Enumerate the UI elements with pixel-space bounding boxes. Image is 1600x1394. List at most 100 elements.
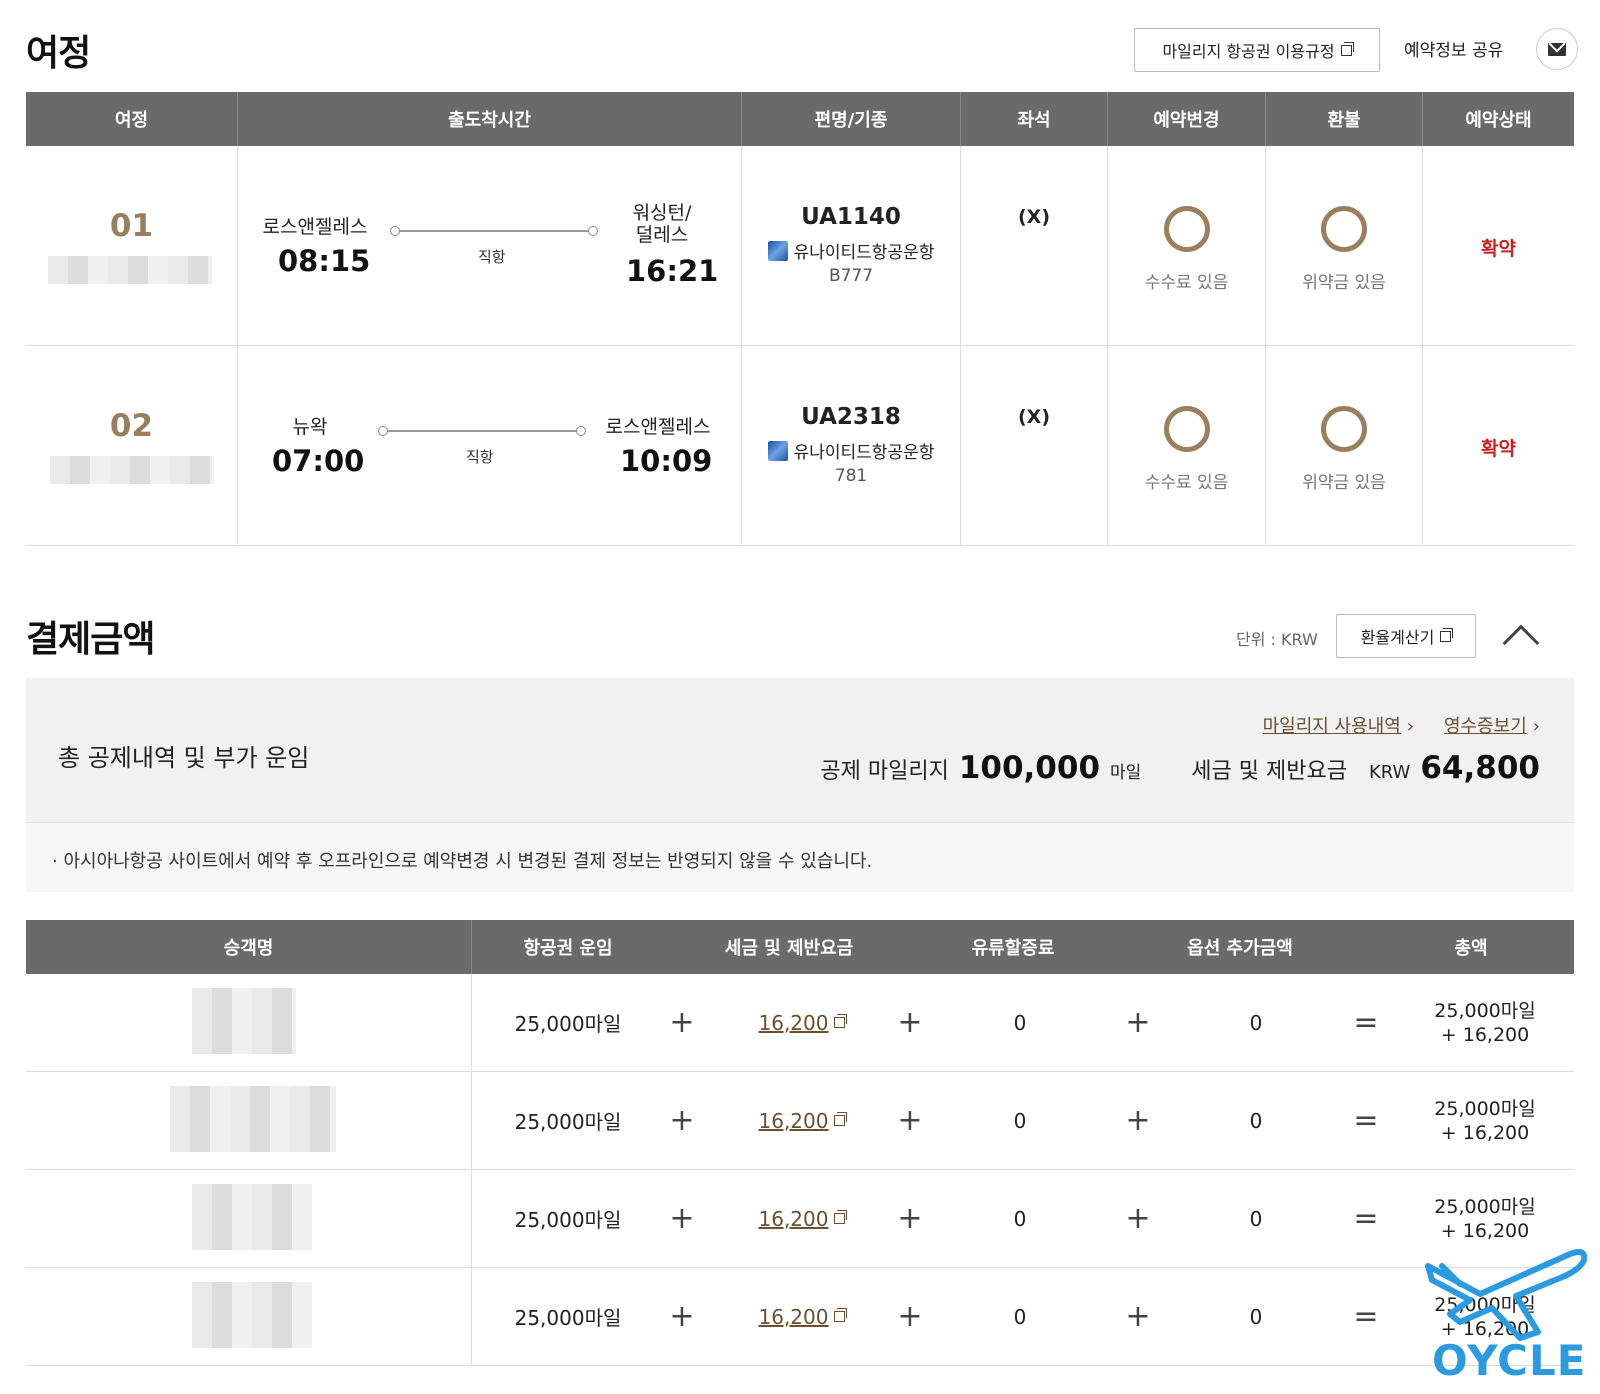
- payment-row: 25,000마일 + 16,200 + 0 + 0 = 25,000마일 + 1…: [26, 1072, 1574, 1170]
- segment-cell: 01: [26, 146, 238, 345]
- segment-date-redacted: [48, 256, 212, 284]
- airline-name: 유나이티드항공운항: [742, 238, 960, 263]
- external-link-icon: [834, 1210, 848, 1224]
- fuel-value: 0: [1013, 1206, 1027, 1231]
- deducted-mileage-value: 100,000: [958, 750, 1101, 786]
- circle-available-icon: [1163, 206, 1210, 252]
- total-tax: + 16,200: [1440, 1121, 1530, 1144]
- summary-label: 총 공제내역 및 부가 운임: [58, 744, 310, 772]
- col-segment: 여정: [26, 92, 238, 146]
- plus-operator: +: [669, 1103, 695, 1138]
- passenger-name-redacted: [192, 988, 296, 1054]
- col-refund: 환불: [1266, 92, 1423, 146]
- airline-label: 유나이티드항공운항: [793, 243, 935, 263]
- tax-detail-link[interactable]: 16,200: [759, 1011, 848, 1035]
- flight-cell: UA2318 유나이티드항공운항 781: [742, 346, 961, 545]
- fare-value: 25,000마일: [514, 1012, 622, 1036]
- change-fee-label: 수수료 있음: [1144, 473, 1229, 493]
- departure-time: 08:15: [278, 244, 371, 278]
- time-cell: 로스앤젤레스 08:15 직항 워싱턴/ 덜레스 16:21: [238, 146, 742, 345]
- col-total: 총액: [1454, 938, 1488, 959]
- share-mail-button[interactable]: [1536, 28, 1578, 70]
- total-cell: 25,000마일 + 16,200: [1396, 1072, 1574, 1169]
- change-cell: 수수료 있음: [1108, 346, 1266, 545]
- tax-detail-link[interactable]: 16,200: [759, 1109, 848, 1133]
- plus-operator: +: [1125, 1299, 1151, 1334]
- payment-summary-box: 총 공제내역 및 부가 운임 마일리지 사용내역 › 영수증보기 › 공제 마일리지…: [26, 678, 1574, 822]
- tax-cell: 16,200: [702, 1072, 902, 1169]
- flight-cell: UA1140 유나이티드항공운항 B777: [742, 146, 961, 345]
- united-airlines-logo-icon: [767, 240, 788, 261]
- tax-cell: 16,200: [702, 1268, 902, 1365]
- plus-operator: +: [669, 1201, 695, 1236]
- mileage-rules-button[interactable]: 마일리지 항공권 이용규정: [1134, 28, 1380, 72]
- currency-unit-label: 단위 : KRW: [1236, 630, 1318, 649]
- passenger-name-redacted: [170, 1086, 336, 1152]
- mileage-rules-label: 마일리지 항공권 이용규정: [1162, 42, 1335, 61]
- fare-value: 25,000마일: [514, 1208, 622, 1232]
- fare-value: 25,000마일: [514, 1306, 622, 1330]
- time-cell: 뉴왁 07:00 직항 로스앤젤레스 10:09: [238, 346, 742, 545]
- tax-cell: 16,200: [702, 974, 902, 1071]
- arrival-time: 16:21: [626, 254, 719, 288]
- flight-number: UA2318: [801, 404, 901, 430]
- destination-city: 로스앤젤레스: [605, 416, 711, 438]
- fuel-value: 0: [1013, 1108, 1027, 1133]
- status-cell: 확약: [1423, 346, 1574, 545]
- tax-currency: KRW: [1368, 762, 1411, 783]
- aircraft-type: B777: [828, 266, 874, 286]
- col-passenger: 승객명: [26, 920, 472, 974]
- plus-operator: +: [1125, 1103, 1151, 1138]
- plus-operator: +: [897, 1005, 923, 1040]
- payment-title: 결제금액: [26, 619, 155, 660]
- summary-links: 마일리지 사용내역 › 영수증보기 ›: [1263, 712, 1540, 738]
- airline-label: 유나이티드항공운항: [793, 443, 935, 463]
- share-label: 예약정보 공유: [1404, 41, 1504, 61]
- receipt-link[interactable]: 영수증보기 ›: [1444, 712, 1540, 738]
- passenger-name-cell: [26, 1072, 472, 1169]
- payment-row: 25,000마일 + 16,200 + 0 + 0 = 25,000마일 + 1…: [26, 1268, 1574, 1366]
- external-link-icon: [834, 1014, 848, 1028]
- col-tax: 세금 및 제반요금: [724, 938, 854, 959]
- notice-text: · 아시아나항공 사이트에서 예약 후 오프라인으로 예약변경 시 변경된 결제…: [52, 851, 873, 872]
- tax-total-label: 세금 및 제반요금: [1191, 759, 1347, 784]
- plus-operator: +: [897, 1103, 923, 1138]
- col-change: 예약변경: [1108, 92, 1266, 146]
- total-mileage: 25,000마일: [1434, 1097, 1536, 1120]
- seat-value: (X): [1017, 206, 1051, 228]
- refund-penalty-label: 위약금 있음: [1302, 473, 1386, 493]
- equals-operator: =: [1353, 1103, 1379, 1138]
- exchange-calculator-label: 환율계산기: [1360, 628, 1435, 647]
- mileage-history-link[interactable]: 마일리지 사용내역 ›: [1263, 712, 1414, 738]
- circle-available-icon: [1321, 406, 1367, 452]
- option-value: 0: [1249, 1010, 1263, 1035]
- origin-city: 뉴왁: [292, 416, 328, 438]
- total-tax: + 16,200: [1440, 1023, 1530, 1046]
- equals-operator: =: [1353, 1005, 1379, 1040]
- total-mileage: 25,000마일: [1434, 999, 1536, 1022]
- mail-icon: [1548, 42, 1566, 56]
- change-cell: 수수료 있음: [1108, 146, 1266, 345]
- plus-operator: +: [897, 1201, 923, 1236]
- collapse-chevron-up-icon[interactable]: [1502, 624, 1540, 662]
- refund-penalty-label: 위약금 있음: [1302, 273, 1386, 293]
- tax-detail-link[interactable]: 16,200: [759, 1305, 848, 1329]
- passenger-name-redacted: [192, 1184, 312, 1250]
- tax-cell: 16,200: [702, 1170, 902, 1267]
- route-type: 직항: [478, 248, 506, 266]
- itinerary-row: 02 뉴왁 07:00 직항 로스앤젤레스 10:09 UA2318 유나이티드…: [26, 346, 1574, 546]
- option-value: 0: [1249, 1108, 1263, 1133]
- segment-cell: 02: [26, 346, 238, 545]
- passenger-name-redacted: [192, 1282, 312, 1348]
- segment-number: 02: [109, 408, 154, 444]
- flight-number: UA1140: [801, 204, 901, 230]
- col-fuel: 유류할증료: [971, 938, 1055, 959]
- exchange-calculator-button[interactable]: 환율계산기: [1336, 614, 1476, 658]
- tax-detail-link[interactable]: 16,200: [759, 1207, 848, 1231]
- payment-table-header: 승객명 항공권 운임 세금 및 제반요금 유류할증료 옵션 추가금액 총액: [26, 920, 1574, 974]
- external-link-icon: [1440, 627, 1454, 642]
- destination-city: 워싱턴/ 덜레스: [632, 202, 692, 246]
- origin-city: 로스앤젤레스: [262, 216, 368, 238]
- col-time: 출도착시간: [238, 92, 742, 146]
- itinerary-table-header: 여정 출도착시간 편명/기종 좌석 예약변경 환불 예약상태: [26, 92, 1574, 146]
